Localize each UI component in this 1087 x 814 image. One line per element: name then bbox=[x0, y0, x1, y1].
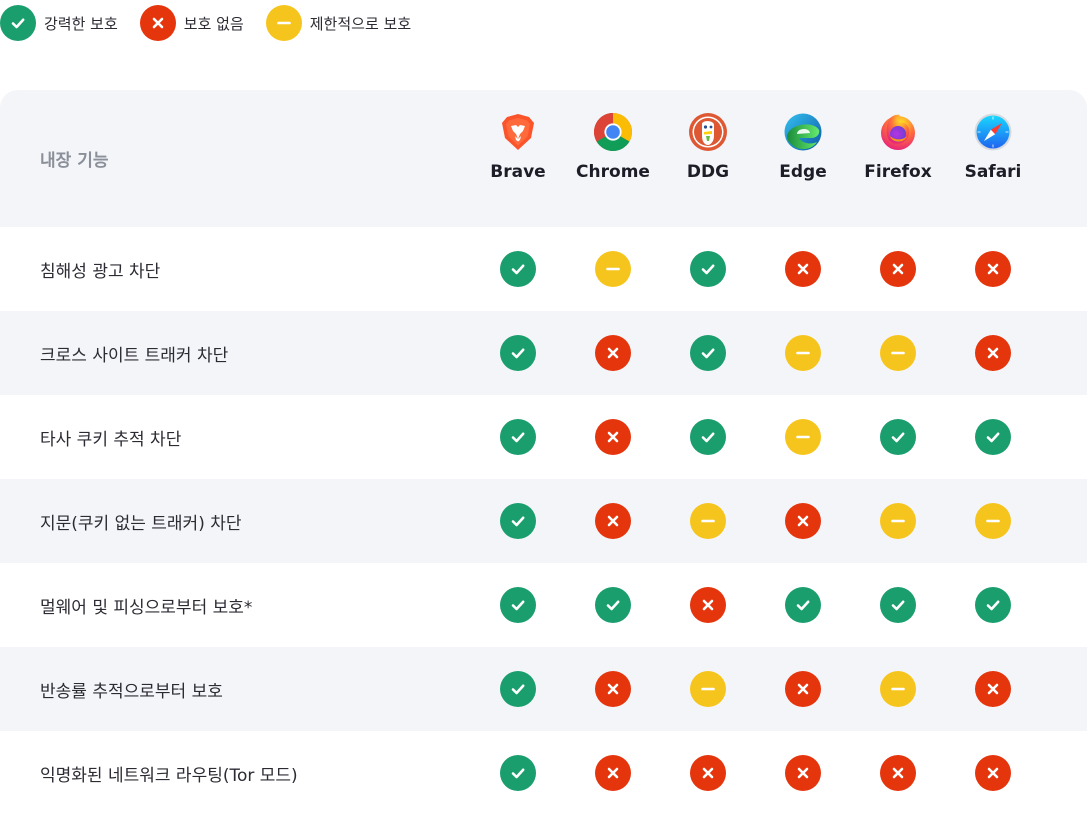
legend: 강력한 보호 보호 없음 제한적으로 보호 bbox=[0, 4, 433, 42]
browser-column-safari: Safari bbox=[946, 112, 1041, 182]
edge-icon bbox=[783, 112, 823, 152]
status-check-icon-ddg bbox=[690, 419, 726, 455]
browser-name-ddg: DDG bbox=[686, 162, 730, 182]
legend-dash-icon bbox=[265, 5, 302, 41]
status-check-icon-brave bbox=[500, 755, 536, 791]
status-cross-icon-ddg bbox=[690, 587, 726, 623]
status-dash-icon-chrome bbox=[595, 251, 631, 287]
legend-item-limited: 제한적으로 보호 bbox=[265, 5, 412, 41]
comparison-table: 내장 기능 Brave Chrome DDG Edge Firefox Safari 침해… bbox=[0, 90, 1087, 814]
status-check-icon-brave bbox=[500, 503, 536, 539]
brave-lion-icon bbox=[498, 112, 538, 152]
feature-label: 반송률 추적으로부터 보호 bbox=[40, 681, 223, 702]
status-check-icon-brave bbox=[500, 419, 536, 455]
status-dash-icon-edge bbox=[785, 335, 821, 371]
browser-name-firefox: Firefox bbox=[864, 162, 932, 182]
status-cross-icon-safari bbox=[975, 755, 1011, 791]
status-check-icon-brave bbox=[500, 335, 536, 371]
status-dash-icon-safari bbox=[975, 503, 1011, 539]
browser-column-firefox: Firefox bbox=[851, 112, 946, 182]
status-cross-icon-chrome bbox=[595, 335, 631, 371]
status-check-icon-firefox bbox=[880, 419, 916, 455]
table-row: 크로스 사이트 트래커 차단 bbox=[0, 311, 1087, 395]
status-check-icon-firefox bbox=[880, 587, 916, 623]
status-cross-icon-chrome bbox=[595, 419, 631, 455]
status-cross-icon-ddg bbox=[690, 755, 726, 791]
legend-label: 보호 없음 bbox=[183, 14, 244, 33]
status-dash-icon-edge bbox=[785, 419, 821, 455]
browser-column-chrome: Chrome bbox=[566, 112, 661, 182]
status-cross-icon-firefox bbox=[880, 251, 916, 287]
browser-column-ddg: DDG bbox=[661, 112, 756, 182]
status-check-icon-ddg bbox=[690, 251, 726, 287]
chrome-icon bbox=[593, 112, 633, 152]
browser-name-edge: Edge bbox=[779, 162, 827, 182]
status-cross-icon-chrome bbox=[595, 671, 631, 707]
status-check-icon-brave bbox=[500, 587, 536, 623]
legend-cross-icon bbox=[139, 5, 176, 41]
status-cross-icon-safari bbox=[975, 251, 1011, 287]
duckduckgo-icon bbox=[688, 112, 728, 152]
legend-label: 강력한 보호 bbox=[44, 14, 118, 33]
status-check-icon-brave bbox=[500, 671, 536, 707]
status-cross-icon-firefox bbox=[880, 755, 916, 791]
browser-column-edge: Edge bbox=[756, 112, 851, 182]
status-check-icon-brave bbox=[500, 251, 536, 287]
status-cross-icon-edge bbox=[785, 503, 821, 539]
browser-name-chrome: Chrome bbox=[576, 162, 650, 182]
safari-compass-icon bbox=[973, 112, 1013, 152]
feature-column-header: 내장 기능 bbox=[40, 151, 109, 171]
status-cross-icon-edge bbox=[785, 251, 821, 287]
feature-label: 멀웨어 및 피싱으로부터 보호* bbox=[40, 597, 253, 618]
legend-item-yes: 강력한 보호 bbox=[0, 5, 118, 41]
status-cross-icon-edge bbox=[785, 755, 821, 791]
status-dash-icon-firefox bbox=[880, 503, 916, 539]
table-row: 지문(쿠키 없는 트래커) 차단 bbox=[0, 479, 1087, 563]
status-cross-icon-safari bbox=[975, 335, 1011, 371]
firefox-icon bbox=[878, 112, 918, 152]
table-header: 내장 기능 Brave Chrome DDG Edge Firefox Safari bbox=[0, 90, 1087, 227]
table-row: 멀웨어 및 피싱으로부터 보호* bbox=[0, 563, 1087, 647]
feature-label: 침해성 광고 차단 bbox=[40, 261, 161, 282]
feature-label: 크로스 사이트 트래커 차단 bbox=[40, 345, 229, 366]
table-row: 침해성 광고 차단 bbox=[0, 227, 1087, 311]
feature-label: 익명화된 네트워크 라우팅(Tor 모드) bbox=[40, 765, 298, 786]
table-row: 타사 쿠키 추적 차단 bbox=[0, 395, 1087, 479]
table-row: 반송률 추적으로부터 보호 bbox=[0, 647, 1087, 731]
table-row: 익명화된 네트워크 라우팅(Tor 모드) bbox=[0, 731, 1087, 814]
status-check-icon-safari bbox=[975, 587, 1011, 623]
status-check-icon-chrome bbox=[595, 587, 631, 623]
status-check-icon-ddg bbox=[690, 335, 726, 371]
status-cross-icon-safari bbox=[975, 671, 1011, 707]
browser-comparison-page: 강력한 보호 보호 없음 제한적으로 보호 내장 기능 Brave Chrome DDG… bbox=[0, 0, 1087, 814]
status-cross-icon-edge bbox=[785, 671, 821, 707]
status-dash-icon-ddg bbox=[690, 503, 726, 539]
status-cross-icon-chrome bbox=[595, 755, 631, 791]
browser-name-brave: Brave bbox=[490, 162, 546, 182]
legend-item-no: 보호 없음 bbox=[139, 5, 244, 41]
browser-name-safari: Safari bbox=[964, 162, 1022, 182]
status-check-icon-edge bbox=[785, 587, 821, 623]
feature-label: 지문(쿠키 없는 트래커) 차단 bbox=[40, 513, 242, 534]
status-cross-icon-chrome bbox=[595, 503, 631, 539]
table-body: 침해성 광고 차단크로스 사이트 트래커 차단타사 쿠키 추적 차단지문(쿠키 … bbox=[0, 227, 1087, 814]
legend-check-icon bbox=[0, 5, 36, 41]
status-dash-icon-firefox bbox=[880, 671, 916, 707]
browser-column-brave: Brave bbox=[471, 112, 566, 182]
legend-label: 제한적으로 보호 bbox=[309, 14, 412, 33]
status-check-icon-safari bbox=[975, 419, 1011, 455]
status-dash-icon-ddg bbox=[690, 671, 726, 707]
feature-label: 타사 쿠키 추적 차단 bbox=[40, 429, 182, 450]
status-dash-icon-firefox bbox=[880, 335, 916, 371]
